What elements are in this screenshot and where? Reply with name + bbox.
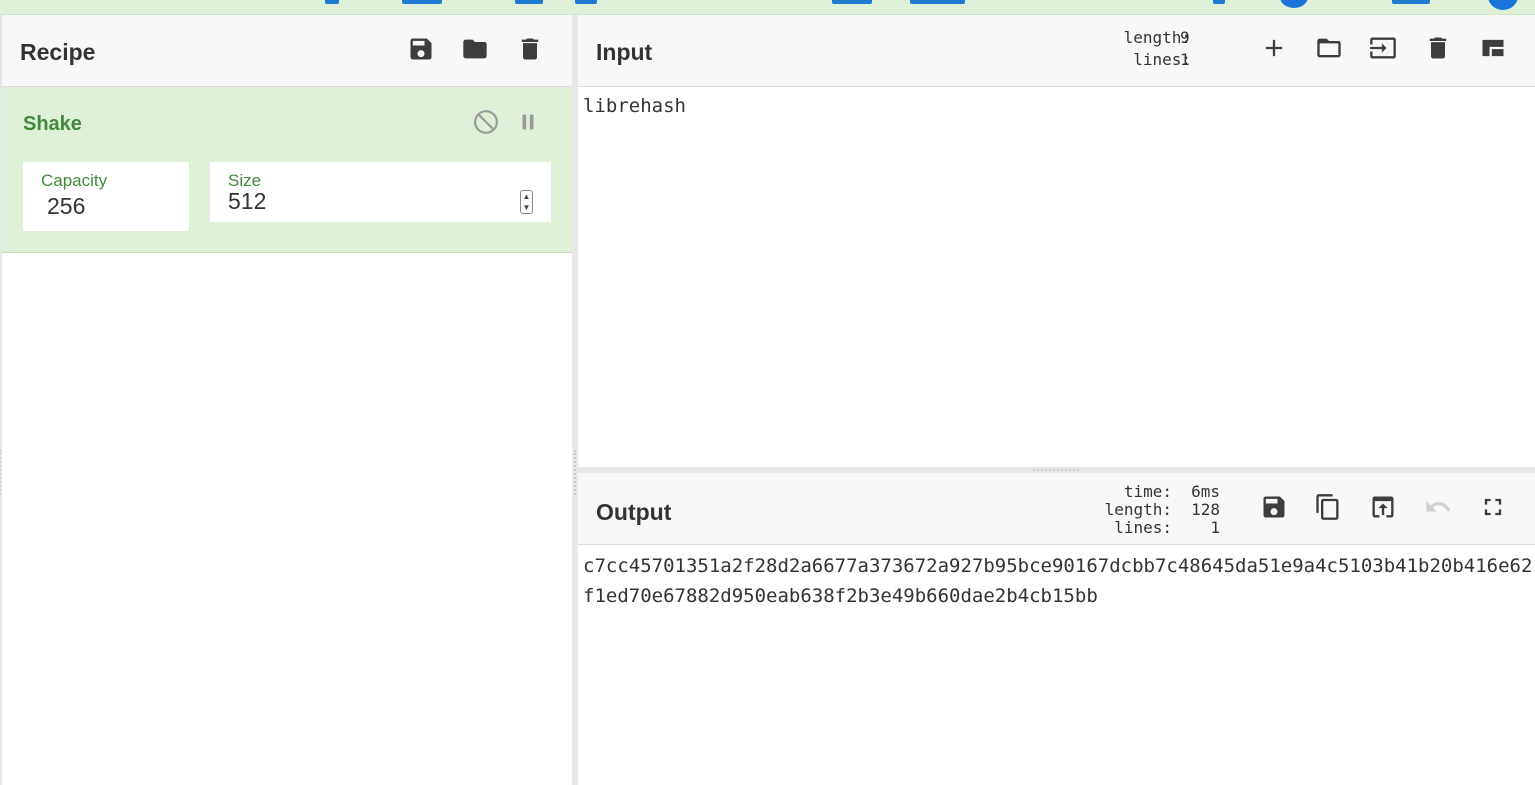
recipe-title: Recipe	[20, 39, 96, 65]
fullscreen-icon	[1484, 498, 1502, 516]
add-input-button[interactable]	[1256, 30, 1292, 66]
banner-link-fragment[interactable]	[910, 0, 965, 4]
plus-icon	[1265, 39, 1283, 57]
banner-link-fragment[interactable]	[575, 0, 597, 4]
banner-link-fragment[interactable]	[832, 0, 872, 4]
help-icon[interactable]	[1488, 0, 1518, 10]
output-header: Output time: length: lines: 6ms 128 1	[578, 473, 1535, 545]
input-textarea[interactable]: librehash	[578, 87, 1535, 467]
copy-icon	[1316, 494, 1339, 520]
pause-icon	[522, 114, 534, 130]
folder-open-icon	[1317, 38, 1341, 58]
output-length-label: length:	[1104, 500, 1172, 519]
save-icon	[1263, 496, 1285, 518]
output-text[interactable]: c7cc45701351a2f28d2a6677a373672a927b95bc…	[583, 551, 1533, 611]
output-time-value: 6ms	[1191, 482, 1220, 501]
output-info-labels: time: length: lines:	[1078, 483, 1172, 537]
maximise-output-button[interactable]	[1475, 489, 1511, 525]
output-lines-label: lines:	[1114, 518, 1172, 537]
left-resize-handle[interactable]	[0, 450, 2, 495]
reset-layout-button[interactable]	[1475, 30, 1511, 66]
input-text[interactable]: librehash	[583, 95, 686, 117]
input-length-value: 9	[1180, 28, 1190, 47]
capacity-label: Capacity	[41, 171, 108, 190]
banner-link-fragment[interactable]	[325, 0, 339, 4]
input-title: Input	[596, 39, 653, 65]
stepper-down-icon[interactable]: ▼	[523, 203, 531, 212]
top-banner	[0, 0, 1535, 15]
output-time-label: time:	[1123, 482, 1172, 501]
size-stepper[interactable]: ▲ ▼	[520, 190, 533, 214]
banner-link-fragment[interactable]	[515, 0, 543, 4]
stepper-up-icon[interactable]: ▲	[523, 192, 531, 201]
copy-output-button[interactable]	[1310, 489, 1346, 525]
replace-input-button[interactable]	[1365, 489, 1401, 525]
layout-icon	[1482, 39, 1504, 57]
undo-icon	[1426, 501, 1451, 512]
save-output-button[interactable]	[1256, 489, 1292, 525]
trash-icon	[1429, 37, 1447, 59]
open-in-new-icon	[1372, 496, 1394, 518]
open-folder-input-button[interactable]	[1311, 30, 1347, 66]
clear-recipe-button[interactable]	[512, 31, 548, 67]
input-lines-value: 1	[1180, 50, 1190, 69]
disable-operation-button[interactable]	[471, 107, 501, 137]
size-input[interactable]: 512	[228, 188, 266, 215]
input-header: Input length: lines: 9 1	[578, 15, 1535, 87]
trash-icon	[521, 38, 539, 60]
output-textarea[interactable]: c7cc45701351a2f28d2a6677a373672a927b95bc…	[578, 546, 1535, 785]
recipe-header: Recipe	[2, 15, 573, 87]
capacity-input[interactable]: 256	[47, 193, 85, 220]
open-file-input-button[interactable]	[1365, 30, 1401, 66]
input-info-labels: length: lines:	[1094, 27, 1191, 71]
undo-button[interactable]	[1420, 489, 1456, 525]
output-info-values: 6ms 128 1	[1182, 483, 1220, 537]
operation-shake[interactable]: Shake Capacity 256 Size 512 ▲ ▼	[2, 87, 572, 253]
output-length-value: 128	[1191, 500, 1220, 519]
capacity-field[interactable]: Capacity 256	[23, 162, 189, 231]
operation-title: Shake	[23, 113, 82, 135]
input-info-values: 9 1	[1180, 27, 1208, 71]
save-recipe-button[interactable]	[403, 31, 439, 67]
folder-icon	[463, 39, 487, 59]
banner-link-fragment[interactable]	[402, 0, 442, 4]
input-icon	[1370, 37, 1396, 59]
save-icon	[410, 38, 432, 60]
banner-link-fragment[interactable]	[1213, 0, 1225, 4]
banner-link-fragment[interactable]	[1392, 0, 1430, 4]
output-title: Output	[596, 499, 672, 525]
grip-dots	[1033, 469, 1079, 471]
settings-gear-icon[interactable]	[1280, 0, 1308, 8]
clear-input-button[interactable]	[1420, 30, 1456, 66]
output-lines-value: 1	[1210, 518, 1220, 537]
size-field[interactable]: Size 512 ▲ ▼	[210, 162, 551, 222]
disable-icon	[474, 110, 498, 134]
pause-operation-button[interactable]	[513, 107, 543, 137]
grip-dots	[574, 450, 576, 495]
load-recipe-button[interactable]	[457, 31, 493, 67]
